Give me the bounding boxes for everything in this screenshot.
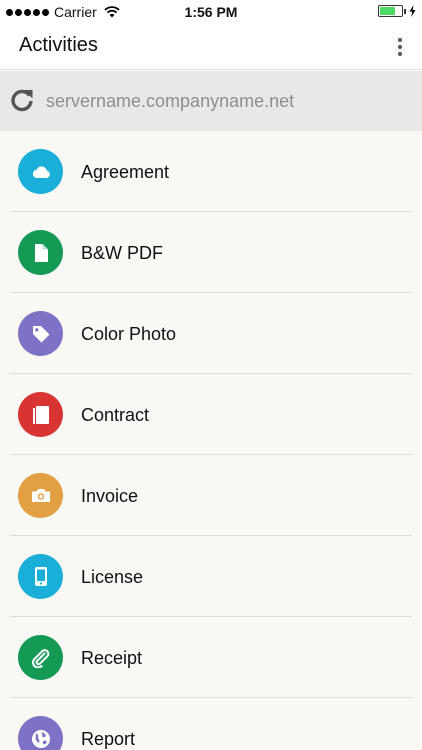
server-name: servername.companyname.net xyxy=(46,91,295,111)
battery-indicator xyxy=(378,5,416,17)
list-item[interactable]: Receipt xyxy=(0,617,422,698)
activity-icon-circle xyxy=(18,473,63,518)
activity-icon-circle xyxy=(18,311,63,356)
list-item[interactable]: Invoice xyxy=(0,455,422,536)
activity-icon-circle xyxy=(18,149,63,194)
phone-icon xyxy=(34,567,47,586)
globe-icon xyxy=(31,729,50,748)
file-icon xyxy=(34,243,48,262)
app-bar: Activities xyxy=(0,24,422,70)
list-item[interactable]: Contract xyxy=(0,374,422,455)
activity-label: B&W PDF xyxy=(81,243,164,263)
activity-icon-circle xyxy=(18,230,63,275)
page-title: Activities xyxy=(19,34,98,56)
activity-list: Agreement B&W PDF Color Photo Contract I… xyxy=(0,131,422,750)
status-bar: Carrier 1:56 PM xyxy=(0,0,422,24)
book-icon xyxy=(32,405,49,424)
paperclip-icon xyxy=(31,648,49,668)
activity-label: License xyxy=(81,567,144,587)
battery-level xyxy=(380,7,395,15)
list-item[interactable]: License xyxy=(0,536,422,617)
list-item[interactable]: Agreement xyxy=(0,131,422,212)
activity-icon-circle xyxy=(18,635,63,680)
activity-label: Invoice xyxy=(81,486,139,506)
activity-label: Agreement xyxy=(81,162,170,182)
list-item[interactable]: B&W PDF xyxy=(0,212,422,293)
status-time: 1:56 PM xyxy=(184,4,238,20)
camera-icon xyxy=(31,489,50,502)
activity-label: Contract xyxy=(81,405,150,425)
activity-icon-circle xyxy=(18,392,63,437)
activity-icon-circle xyxy=(18,554,63,599)
activity-label: Color Photo xyxy=(81,324,177,344)
more-vert-icon[interactable] xyxy=(392,34,408,60)
server-bar[interactable]: servername.companyname.net xyxy=(0,71,422,131)
activity-label: Receipt xyxy=(81,648,143,668)
activity-icon-circle xyxy=(18,716,63,750)
tag-icon xyxy=(32,325,49,342)
cloud-icon xyxy=(32,165,50,178)
list-item[interactable]: Report xyxy=(0,698,422,750)
charging-bolt-icon xyxy=(409,5,416,17)
activity-label: Report xyxy=(81,729,136,749)
list-item[interactable]: Color Photo xyxy=(0,293,422,374)
refresh-icon[interactable] xyxy=(9,88,35,114)
